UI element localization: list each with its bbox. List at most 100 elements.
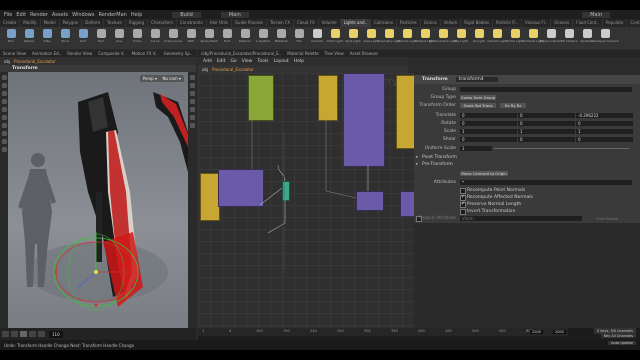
view-tool-icon[interactable] [1, 123, 7, 128]
handle-tool-icon[interactable] [1, 107, 7, 112]
shelf-tab[interactable]: Terrain FX [267, 19, 295, 27]
shelf-tool-sphere[interactable]: Sphere [22, 29, 36, 47]
shelf-tab[interactable]: Vellum [441, 19, 462, 27]
scene-viewport[interactable]: Persp ▾ No cam ▾ [8, 72, 188, 328]
shelf-tab[interactable]: Grains [421, 19, 441, 27]
shelf-tool-line[interactable]: Line [112, 29, 126, 47]
path-escalator[interactable]: Procedural_Escalator [14, 59, 56, 64]
menu-assets[interactable]: Assets [52, 12, 68, 18]
shelf-tool-gi-light[interactable]: GI Light [472, 29, 486, 47]
net-menu-tools[interactable]: Tools [257, 59, 268, 64]
shelf-tab[interactable]: Particles [397, 19, 421, 27]
end-frame-field-2[interactable]: 2000 [553, 330, 566, 334]
shelf-tool-circle[interactable]: Circle [130, 29, 144, 47]
shelf-tool-spray-paint[interactable]: Spray Paint [200, 29, 218, 47]
render-region-icon[interactable] [1, 139, 7, 144]
current-frame-field[interactable]: 110 [49, 330, 63, 338]
menu-renderman[interactable]: RenderMan [98, 12, 126, 18]
shelf-tab[interactable]: Fluid Cont.. [573, 19, 604, 27]
snap-icon[interactable] [1, 131, 7, 136]
shelf-tool-file[interactable]: File [292, 29, 306, 47]
shelf-tab[interactable]: Polygon [60, 19, 83, 27]
shelf-tab[interactable]: Guide Process [232, 19, 268, 27]
shelf-tool-area-light[interactable]: Area Light [363, 29, 379, 47]
shelf-tab[interactable]: Container.. [627, 19, 640, 27]
viewport-tab[interactable]: Composite V.. [95, 50, 128, 57]
net-menu-layout[interactable]: Layout [273, 59, 288, 64]
net-path-escalator[interactable]: Procedural_Escalator [212, 67, 254, 72]
menu-windows[interactable]: Windows [72, 12, 94, 18]
move-centroid-button[interactable]: Move Centroid to Origin [460, 171, 508, 176]
shaded-icon[interactable] [189, 91, 195, 96]
shelf-tool-gamepad-camera[interactable]: Gamepad Camera [591, 29, 619, 47]
network-tab[interactable]: Asset Browser [347, 50, 381, 57]
viewport-tab[interactable]: Scene View [0, 50, 29, 57]
translate-x[interactable]: 0 [460, 113, 517, 118]
camera-menu[interactable]: No cam ▾ [159, 75, 184, 82]
shelf-tool-sky-light[interactable]: Sky Light [454, 29, 468, 47]
folder-pre-transform[interactable]: ▸ Pre-Transform [414, 161, 640, 168]
jump-start-icon[interactable] [2, 331, 9, 337]
shelf-tool-l-system[interactable]: L-System [256, 29, 270, 47]
shelf-tab[interactable]: Particle Fl.. [493, 19, 523, 27]
rotate-x[interactable]: 0 [460, 121, 517, 126]
post-rotate-menu[interactable]: Post Rotate [584, 216, 630, 221]
shelf-tab[interactable]: Modify [20, 19, 41, 27]
shelf-tool-null[interactable]: Null [94, 29, 108, 47]
attributes-field[interactable]: * [460, 180, 632, 185]
shelf-tool-vr-camera[interactable]: VR Camera [561, 29, 577, 47]
node-name-field[interactable]: transform4 [455, 77, 498, 82]
play-icon[interactable] [20, 331, 27, 337]
preserve-normal-length-checkbox[interactable] [460, 201, 466, 208]
shelf-tool-caustic-light[interactable]: Caustic Light [487, 29, 507, 47]
shelf-tool-platonic[interactable]: Platonic [238, 29, 252, 47]
network-tab[interactable]: Tree View [322, 50, 347, 57]
wireframe-icon[interactable] [189, 83, 195, 88]
viewport-tab[interactable]: Animation Ed.. [29, 50, 64, 57]
shelf-tab[interactable]: Lights and.. [340, 19, 372, 27]
key-all-channels-button[interactable]: Key All Channels [600, 334, 636, 338]
param-group-field[interactable] [460, 87, 632, 92]
menu-file[interactable]: File [4, 12, 12, 18]
translate-z[interactable]: -0.296222 [576, 113, 633, 118]
group-type-menu[interactable]: Guess from Group [460, 95, 496, 100]
viewport-tab[interactable]: Motion FX V.. [129, 50, 161, 57]
transform-order-menu[interactable]: Scale Rot Trans [460, 103, 496, 108]
shear-y[interactable]: 0 [518, 137, 575, 142]
desktop-selector[interactable]: Build [172, 11, 201, 18]
perspective-menu[interactable]: Persp ▾ [139, 75, 160, 82]
shelf-tool-font[interactable]: Font [220, 29, 234, 47]
shelf-tool-switcher[interactable]: Switcher [580, 29, 594, 47]
menu-help[interactable]: Help [131, 12, 142, 18]
path-obj[interactable]: obj [4, 59, 10, 64]
scale-z[interactable]: 1 [576, 129, 633, 134]
folder-pivot-transform[interactable]: ▸ Pivot Transform [414, 154, 640, 161]
shelf-tool-torus[interactable]: Torus [58, 29, 72, 47]
invert-transformation-checkbox[interactable] [460, 208, 466, 215]
shelf-tool-distant-light[interactable]: Distant Light [415, 29, 435, 47]
shelf-tab[interactable]: Constraints [177, 19, 207, 27]
shelf-tab[interactable]: Characters [148, 19, 177, 27]
shelf-tab[interactable]: Populate [603, 19, 628, 27]
step-back-icon[interactable] [11, 331, 18, 337]
timeline-ruler[interactable]: 14100150240250300350400450500550600 [198, 328, 568, 336]
shelf-tab[interactable]: Rigging [126, 19, 148, 27]
shelf-tab[interactable]: Collisions [371, 19, 397, 27]
lighting-icon[interactable] [189, 123, 195, 128]
rotate-order-menu[interactable]: Rx Ry Rz [500, 103, 526, 108]
network-editor[interactable]: Geometry [198, 73, 414, 328]
shelf-tool-metaball[interactable]: Metaball [274, 29, 288, 47]
grid-icon[interactable] [189, 115, 195, 120]
jump-end-icon[interactable] [38, 331, 45, 337]
shelf-tool-grid[interactable]: Grid [76, 29, 90, 47]
network-tab[interactable]: Material Palette [284, 50, 321, 57]
shelf-tab[interactable]: Volume [319, 19, 341, 27]
shelf-tab[interactable]: Oceans [551, 19, 574, 27]
scale-y[interactable]: 1 [518, 129, 575, 134]
net-path-obj[interactable]: obj [202, 67, 208, 72]
shelf-tab[interactable]: Model [41, 19, 60, 27]
shelf-tool-path[interactable]: Path [184, 29, 198, 47]
shelf-tab[interactable]: Viscous Fl.. [522, 19, 552, 27]
end-frame-field[interactable]: 2000 [530, 330, 543, 334]
rotate-y[interactable]: 0 [518, 121, 575, 126]
